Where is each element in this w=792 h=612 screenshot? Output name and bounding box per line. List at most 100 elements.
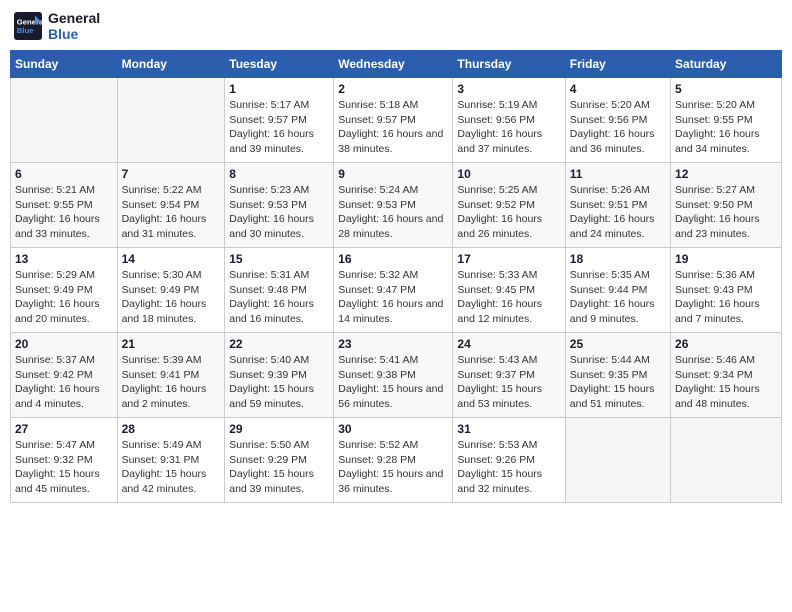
calendar-cell: 23 Sunrise: 5:41 AMSunset: 9:38 PMDayligh… — [334, 333, 453, 418]
calendar-week-row: 27 Sunrise: 5:47 AMSunset: 9:32 PMDayligh… — [11, 418, 782, 503]
column-header-wednesday: Wednesday — [334, 51, 453, 78]
day-number: 20 — [15, 337, 113, 351]
day-number: 2 — [338, 82, 448, 96]
calendar-cell: 8 Sunrise: 5:23 AMSunset: 9:53 PMDaylight… — [225, 163, 334, 248]
calendar-cell — [117, 78, 225, 163]
column-header-tuesday: Tuesday — [225, 51, 334, 78]
day-info: Sunrise: 5:22 AMSunset: 9:54 PMDaylight:… — [122, 183, 221, 242]
day-number: 10 — [457, 167, 560, 181]
column-header-friday: Friday — [565, 51, 670, 78]
day-info: Sunrise: 5:25 AMSunset: 9:52 PMDaylight:… — [457, 183, 560, 242]
column-header-thursday: Thursday — [453, 51, 565, 78]
day-number: 7 — [122, 167, 221, 181]
calendar-week-row: 1Sunrise: 5:17 AMSunset: 9:57 PMDaylight… — [11, 78, 782, 163]
day-number: 6 — [15, 167, 113, 181]
calendar-cell: 4 Sunrise: 5:20 AMSunset: 9:56 PMDaylight… — [565, 78, 670, 163]
calendar-cell: 17Sunrise: 5:33 AMSunset: 9:45 PMDayligh… — [453, 248, 565, 333]
calendar-cell: 30 Sunrise: 5:52 AMSunset: 9:28 PMDayligh… — [334, 418, 453, 503]
day-info: Sunrise: 5:29 AMSunset: 9:49 PMDaylight:… — [15, 268, 113, 327]
day-number: 13 — [15, 252, 113, 266]
calendar-cell: 13 Sunrise: 5:29 AMSunset: 9:49 PMDayligh… — [11, 248, 118, 333]
calendar-header-row: SundayMondayTuesdayWednesdayThursdayFrid… — [11, 51, 782, 78]
column-header-sunday: Sunday — [11, 51, 118, 78]
day-number: 30 — [338, 422, 448, 436]
calendar-cell: 11 Sunrise: 5:26 AMSunset: 9:51 PMDayligh… — [565, 163, 670, 248]
day-number: 29 — [229, 422, 329, 436]
day-info: Sunrise: 5:50 AMSunset: 9:29 PMDaylight:… — [229, 438, 329, 497]
calendar-cell: 16 Sunrise: 5:32 AMSunset: 9:47 PMDayligh… — [334, 248, 453, 333]
day-info: Sunrise: 5:23 AMSunset: 9:53 PMDaylight:… — [229, 183, 329, 242]
day-info: Sunrise: 5:44 AMSunset: 9:35 PMDaylight:… — [570, 353, 666, 412]
day-number: 5 — [675, 82, 777, 96]
day-info: Sunrise: 5:18 AMSunset: 9:57 PMDaylight:… — [338, 98, 448, 157]
calendar-table: SundayMondayTuesdayWednesdayThursdayFrid… — [10, 50, 782, 503]
logo-text-blue: Blue — [48, 26, 100, 42]
calendar-cell: 10 Sunrise: 5:25 AMSunset: 9:52 PMDayligh… — [453, 163, 565, 248]
day-number: 23 — [338, 337, 448, 351]
day-number: 14 — [122, 252, 221, 266]
day-number: 4 — [570, 82, 666, 96]
calendar-cell: 1Sunrise: 5:17 AMSunset: 9:57 PMDaylight… — [225, 78, 334, 163]
day-info: Sunrise: 5:52 AMSunset: 9:28 PMDaylight:… — [338, 438, 448, 497]
day-number: 11 — [570, 167, 666, 181]
calendar-cell: 21 Sunrise: 5:39 AMSunset: 9:41 PMDayligh… — [117, 333, 225, 418]
day-number: 31 — [457, 422, 560, 436]
day-number: 21 — [122, 337, 221, 351]
day-info: Sunrise: 5:39 AMSunset: 9:41 PMDaylight:… — [122, 353, 221, 412]
calendar-cell: 28Sunrise: 5:49 AMSunset: 9:31 PMDayligh… — [117, 418, 225, 503]
calendar-cell: 15 Sunrise: 5:31 AMSunset: 9:48 PMDayligh… — [225, 248, 334, 333]
day-number: 16 — [338, 252, 448, 266]
day-info: Sunrise: 5:46 AMSunset: 9:34 PMDaylight:… — [675, 353, 777, 412]
day-info: Sunrise: 5:43 AMSunset: 9:37 PMDaylight:… — [457, 353, 560, 412]
calendar-cell: 3 Sunrise: 5:19 AMSunset: 9:56 PMDaylight… — [453, 78, 565, 163]
calendar-cell: 31 Sunrise: 5:53 AMSunset: 9:26 PMDayligh… — [453, 418, 565, 503]
logo-text-general: General — [48, 10, 100, 26]
calendar-cell: 7 Sunrise: 5:22 AMSunset: 9:54 PMDaylight… — [117, 163, 225, 248]
logo: General Blue General Blue — [14, 10, 100, 42]
column-header-monday: Monday — [117, 51, 225, 78]
day-info: Sunrise: 5:17 AMSunset: 9:57 PMDaylight:… — [229, 98, 329, 157]
day-number: 26 — [675, 337, 777, 351]
page-header: General Blue General Blue — [10, 10, 782, 42]
day-info: Sunrise: 5:20 AMSunset: 9:55 PMDaylight:… — [675, 98, 777, 157]
day-number: 22 — [229, 337, 329, 351]
calendar-cell — [11, 78, 118, 163]
day-number: 3 — [457, 82, 560, 96]
day-info: Sunrise: 5:47 AMSunset: 9:32 PMDaylight:… — [15, 438, 113, 497]
calendar-cell: 27 Sunrise: 5:47 AMSunset: 9:32 PMDayligh… — [11, 418, 118, 503]
calendar-week-row: 20 Sunrise: 5:37 AMSunset: 9:42 PMDayligh… — [11, 333, 782, 418]
day-number: 15 — [229, 252, 329, 266]
day-number: 12 — [675, 167, 777, 181]
calendar-cell: 25Sunrise: 5:44 AMSunset: 9:35 PMDayligh… — [565, 333, 670, 418]
day-info: Sunrise: 5:49 AMSunset: 9:31 PMDaylight:… — [122, 438, 221, 497]
day-info: Sunrise: 5:31 AMSunset: 9:48 PMDaylight:… — [229, 268, 329, 327]
calendar-week-row: 13 Sunrise: 5:29 AMSunset: 9:49 PMDayligh… — [11, 248, 782, 333]
calendar-cell: 5 Sunrise: 5:20 AMSunset: 9:55 PMDaylight… — [671, 78, 782, 163]
logo-icon: General Blue — [14, 12, 42, 40]
calendar-cell: 24 Sunrise: 5:43 AMSunset: 9:37 PMDayligh… — [453, 333, 565, 418]
calendar-cell: 20 Sunrise: 5:37 AMSunset: 9:42 PMDayligh… — [11, 333, 118, 418]
day-info: Sunrise: 5:53 AMSunset: 9:26 PMDaylight:… — [457, 438, 560, 497]
calendar-cell: 2 Sunrise: 5:18 AMSunset: 9:57 PMDaylight… — [334, 78, 453, 163]
day-info: Sunrise: 5:26 AMSunset: 9:51 PMDaylight:… — [570, 183, 666, 242]
day-number: 8 — [229, 167, 329, 181]
day-info: Sunrise: 5:32 AMSunset: 9:47 PMDaylight:… — [338, 268, 448, 327]
calendar-cell — [671, 418, 782, 503]
day-info: Sunrise: 5:24 AMSunset: 9:53 PMDaylight:… — [338, 183, 448, 242]
day-info: Sunrise: 5:20 AMSunset: 9:56 PMDaylight:… — [570, 98, 666, 157]
day-info: Sunrise: 5:35 AMSunset: 9:44 PMDaylight:… — [570, 268, 666, 327]
day-info: Sunrise: 5:36 AMSunset: 9:43 PMDaylight:… — [675, 268, 777, 327]
svg-text:Blue: Blue — [17, 26, 34, 35]
calendar-cell: 26 Sunrise: 5:46 AMSunset: 9:34 PMDayligh… — [671, 333, 782, 418]
day-number: 18 — [570, 252, 666, 266]
calendar-cell — [565, 418, 670, 503]
calendar-cell: 12Sunrise: 5:27 AMSunset: 9:50 PMDayligh… — [671, 163, 782, 248]
calendar-cell: 19Sunrise: 5:36 AMSunset: 9:43 PMDayligh… — [671, 248, 782, 333]
day-info: Sunrise: 5:19 AMSunset: 9:56 PMDaylight:… — [457, 98, 560, 157]
day-info: Sunrise: 5:30 AMSunset: 9:49 PMDaylight:… — [122, 268, 221, 327]
day-info: Sunrise: 5:37 AMSunset: 9:42 PMDaylight:… — [15, 353, 113, 412]
day-number: 27 — [15, 422, 113, 436]
day-info: Sunrise: 5:21 AMSunset: 9:55 PMDaylight:… — [15, 183, 113, 242]
day-number: 24 — [457, 337, 560, 351]
day-info: Sunrise: 5:41 AMSunset: 9:38 PMDaylight:… — [338, 353, 448, 412]
